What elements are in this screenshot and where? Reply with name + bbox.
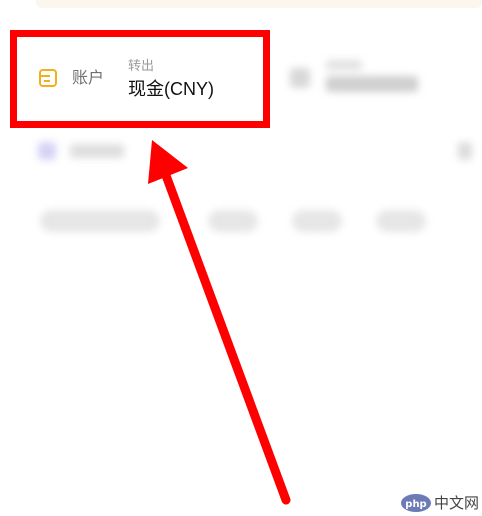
amount-chips-blurred [0,200,482,244]
secondary-row-blurred[interactable] [0,134,482,174]
destination-account-icon [290,68,310,88]
watermark: php 中文网 [400,492,480,514]
chip-blurred[interactable] [376,210,426,232]
highlight-box [10,30,270,128]
chip-blurred[interactable] [292,210,342,232]
chip-blurred[interactable] [40,210,160,232]
watermark-site-text: 中文网 [434,494,480,512]
php-logo-text: php [405,499,426,510]
destination-caption-blurred [326,60,362,70]
top-card-edge [36,0,482,8]
destination-account-blurred[interactable] [286,58,436,102]
secondary-row-label-blurred [70,144,124,158]
secondary-row-icon [38,142,56,160]
php-logo-icon: php [401,494,431,512]
chevron-right-icon [458,142,472,160]
destination-value-blurred [326,76,418,92]
chip-blurred[interactable] [208,210,258,232]
